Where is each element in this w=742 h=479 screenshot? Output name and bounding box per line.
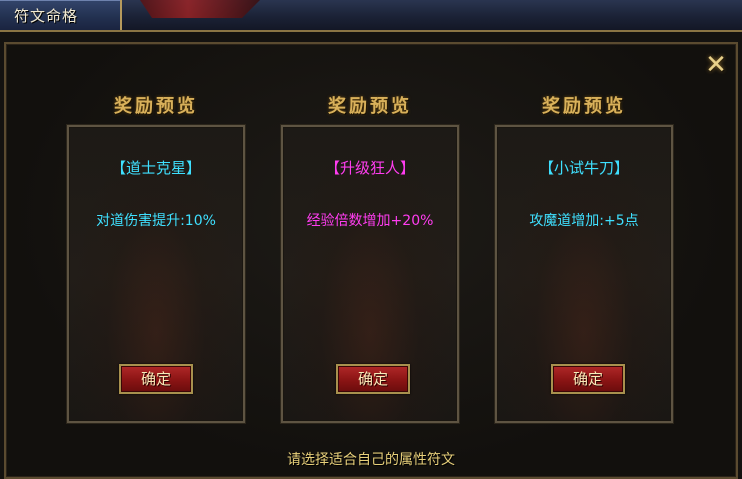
card-3-effect: 攻魔道增加:+5点 [529, 213, 639, 229]
card-2-confirm-button[interactable]: 确定 [336, 364, 410, 394]
card-1-effect: 对道伤害提升:10% [96, 213, 216, 229]
reward-card-2: 【升级狂人】 经验倍数增加+20% 确定 [281, 125, 459, 423]
reward-card-1: 【道士克星】 对道伤害提升:10% 确定 [67, 125, 245, 423]
card-1-name: 【道士克星】 [110, 159, 201, 177]
close-icon[interactable]: ✕ [701, 50, 731, 80]
rune-dialog: 符文命格 ✕ 奖励预览 【道士克星】 对道伤害提升:10% 确定 奖励预览 【升… [0, 0, 742, 479]
card-1-heading: 奖励预览 [114, 96, 198, 117]
selection-hint: 请选择适合自己的属性符文 [287, 452, 455, 468]
reward-card-3: 【小试牛刀】 攻魔道增加:+5点 确定 [495, 125, 673, 423]
card-2-heading: 奖励预览 [328, 96, 412, 117]
card-1-confirm-button[interactable]: 确定 [119, 364, 193, 394]
card-3-name: 【小试牛刀】 [538, 159, 629, 177]
card-3-heading: 奖励预览 [542, 96, 626, 117]
title-ornament [140, 0, 260, 18]
card-2-name: 【升级狂人】 [324, 159, 415, 177]
title-bar: 符文命格 [0, 0, 742, 32]
card-2-effect: 经验倍数增加+20% [306, 213, 434, 229]
title-tab: 符文命格 [0, 0, 122, 30]
window-title: 符文命格 [14, 7, 79, 25]
card-3-confirm-button[interactable]: 确定 [551, 364, 625, 394]
